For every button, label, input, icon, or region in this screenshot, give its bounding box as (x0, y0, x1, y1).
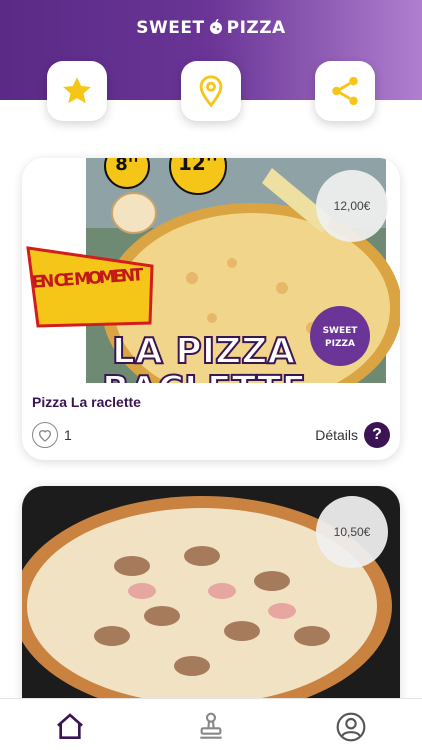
promo-brand-seal: SWEET PIZZA (310, 306, 370, 366)
share-icon (332, 76, 358, 106)
nav-loyalty-stamp[interactable] (193, 709, 229, 745)
seal-text-bottom: PIZZA (325, 339, 355, 349)
nav-home[interactable] (52, 709, 88, 745)
promo-title-line2: RACLETTE (102, 369, 306, 383)
promo-number-small: 8'' (115, 158, 139, 175)
logo-mark-icon (209, 19, 222, 34)
share-button[interactable] (315, 61, 375, 121)
heart-icon (32, 422, 58, 448)
price-badge: 12,00€ (316, 170, 388, 242)
details-button[interactable]: Détails ? (315, 422, 390, 448)
seal-text-top: SWEET (323, 326, 359, 336)
price-badge: 10,50€ (316, 496, 388, 568)
logo-text-right: PIZZA (226, 18, 286, 38)
favorites-button[interactable] (47, 61, 107, 121)
question-icon: ? (364, 422, 390, 448)
star-icon (63, 77, 91, 104)
product-title: Pizza La raclette (32, 394, 141, 410)
details-label: Détails (315, 427, 358, 443)
like-count: 1 (64, 427, 72, 443)
location-button[interactable] (181, 61, 241, 121)
location-pin-icon (199, 75, 223, 108)
nav-account[interactable] (333, 709, 369, 745)
app-logo: SWEET PIZZA (0, 18, 422, 38)
home-icon (57, 713, 83, 739)
user-account-icon (336, 712, 366, 742)
promo-number-large: 12'' (178, 158, 218, 175)
bottom-navigation (0, 698, 422, 750)
app-screen: SWEET PIZZA 8'' 12'' EN CE MOMENT SWEET … (0, 0, 422, 750)
stamp-icon (200, 712, 222, 739)
logo-text-left: SWEET (136, 18, 205, 38)
like-button[interactable]: 1 (32, 422, 72, 448)
promo-title-line1: LA PIZZA (112, 331, 295, 372)
product-card[interactable]: 8'' 12'' EN CE MOMENT SWEET PIZZA LA PIZ… (22, 158, 400, 460)
